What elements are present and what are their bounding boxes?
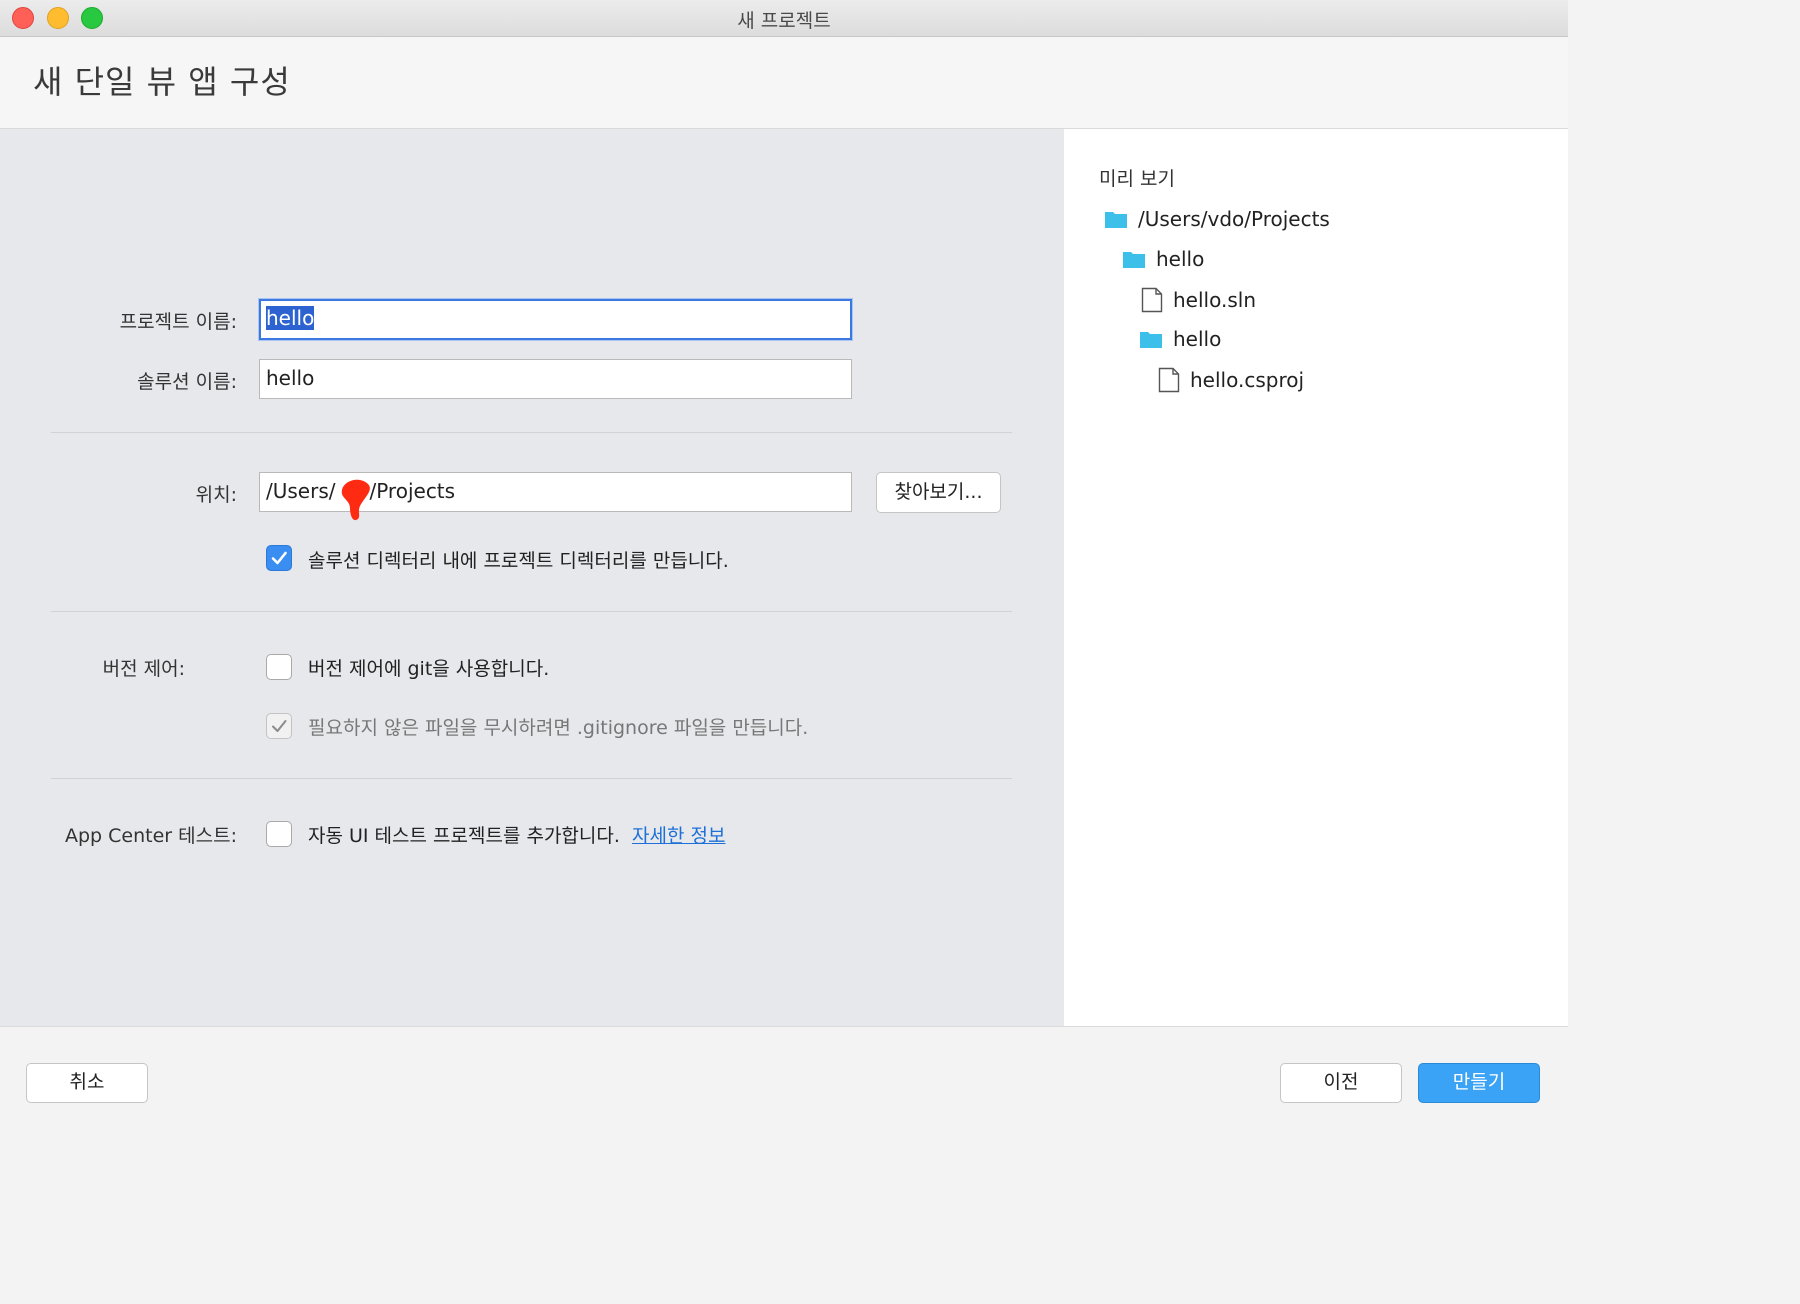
divider	[51, 611, 1012, 612]
tree-item-label: hello	[1173, 327, 1222, 351]
file-icon	[1158, 367, 1180, 393]
tree-item-label: hello	[1156, 247, 1205, 271]
gitignore-checkbox[interactable]	[266, 713, 292, 739]
use-git-checkbox[interactable]	[266, 654, 292, 680]
redaction-mark	[341, 479, 370, 521]
location-suffix: /Projects	[369, 479, 456, 503]
divider	[51, 432, 1012, 433]
file-icon	[1141, 287, 1163, 313]
location-prefix: /Users/	[266, 479, 336, 503]
project-name-input[interactable]: hello	[259, 299, 852, 340]
ui-test-label-row: 자동 UI 테스트 프로젝트를 추가합니다. 자세한 정보	[308, 821, 725, 848]
cancel-button[interactable]: 취소	[26, 1063, 148, 1103]
window-titlebar: 새 프로젝트	[0, 0, 1568, 37]
create-project-directory-checkbox[interactable]	[266, 545, 292, 571]
browse-button[interactable]: 찾아보기...	[876, 472, 1001, 513]
folder-icon	[1104, 209, 1128, 229]
tree-item-folder: hello	[1122, 247, 1204, 271]
app-center-label: App Center 테스트:	[65, 825, 237, 847]
ui-test-label: 자동 UI 테스트 프로젝트를 추가합니다.	[308, 825, 620, 847]
tree-item-label: hello.csproj	[1190, 368, 1305, 392]
project-name-label: 프로젝트 이름:	[119, 311, 237, 333]
create-project-directory-label: 솔루션 디렉터리 내에 프로젝트 디렉터리를 만듭니다.	[308, 550, 729, 572]
version-control-label: 버전 제어:	[102, 658, 185, 680]
project-name-value: hello	[266, 306, 315, 330]
checkmark-icon	[272, 720, 287, 732]
gitignore-label: 필요하지 않은 파일을 무시하려면 .gitignore 파일을 만듭니다.	[308, 717, 809, 739]
solution-name-input[interactable]: hello	[259, 359, 852, 399]
location-label: 위치:	[195, 484, 237, 506]
tree-item-label: /Users/vdo/Projects	[1138, 207, 1330, 231]
preview-title: 미리 보기	[1099, 168, 1175, 190]
tree-item-file: hello.sln	[1141, 287, 1256, 313]
dialog-header: 새 단일 뷰 앱 구성	[0, 37, 1568, 129]
checkmark-icon	[271, 551, 287, 565]
form-panel	[0, 129, 1064, 1026]
use-git-label: 버전 제어에 git을 사용합니다.	[308, 658, 550, 680]
tree-item-file: hello.csproj	[1158, 367, 1304, 393]
tree-item-label: hello.sln	[1173, 288, 1256, 312]
divider	[51, 778, 1012, 779]
window-title: 새 프로젝트	[737, 10, 831, 32]
previous-button[interactable]: 이전	[1280, 1063, 1402, 1103]
more-info-link[interactable]: 자세한 정보	[632, 825, 725, 847]
folder-icon	[1122, 249, 1146, 269]
solution-name-label: 솔루션 이름:	[137, 371, 237, 393]
tree-item-folder: /Users/vdo/Projects	[1104, 207, 1330, 231]
create-button[interactable]: 만들기	[1418, 1063, 1540, 1103]
folder-icon	[1139, 329, 1163, 349]
ui-test-checkbox[interactable]	[266, 821, 292, 847]
page-title: 새 단일 뷰 앱 구성	[33, 63, 291, 101]
tree-item-folder: hello	[1139, 327, 1221, 351]
